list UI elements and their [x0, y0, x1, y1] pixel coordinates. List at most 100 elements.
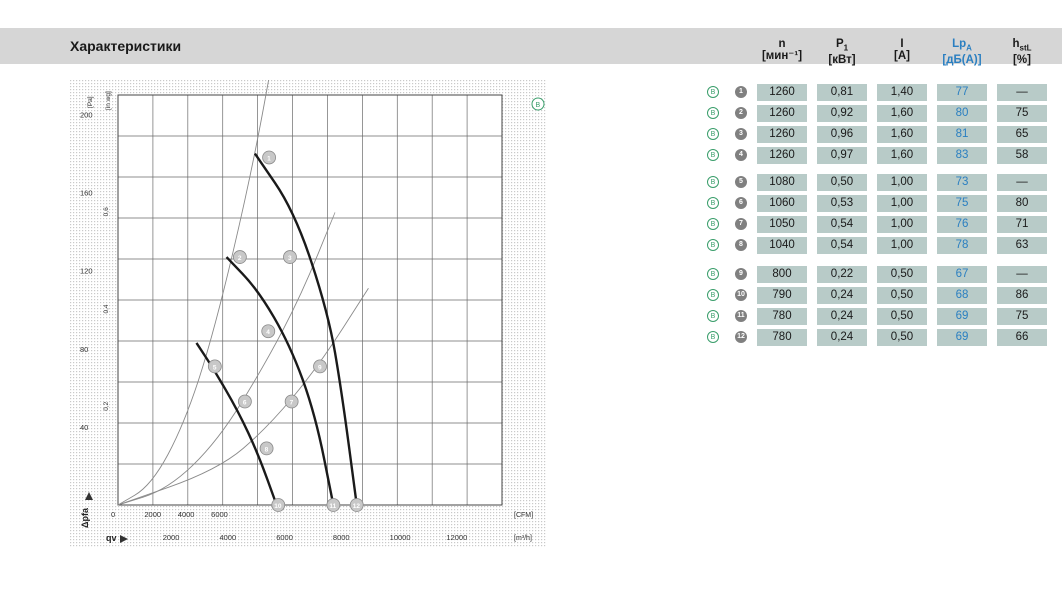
cell-lp: 73	[937, 174, 987, 191]
row-number-badge: 11	[735, 310, 747, 322]
cell-h: —	[997, 84, 1047, 101]
operating-point-label: 6	[243, 400, 247, 407]
cell-lp: 80	[937, 105, 987, 122]
cell-p: 0,96	[817, 126, 867, 143]
cell-h: 65	[997, 126, 1047, 143]
y-axis-label: Δpfa	[80, 507, 90, 528]
config-mark-icon: B	[707, 239, 719, 251]
column-symbol: LpA	[952, 38, 972, 53]
cell-p: 0,97	[817, 147, 867, 164]
cell-p: 0,92	[817, 105, 867, 122]
row-number-badge: 5	[735, 176, 747, 188]
x-unit-label: [m³/h]	[514, 535, 532, 542]
y-tick-label: 40	[80, 423, 88, 432]
cell-h: 75	[997, 105, 1047, 122]
cell-i: 1,60	[877, 105, 927, 122]
operating-point-label: 2	[238, 255, 242, 262]
cell-h: 75	[997, 308, 1047, 325]
cell-lp: 67	[937, 266, 987, 283]
cell-h: 86	[997, 287, 1047, 304]
config-mark-icon: B	[707, 86, 719, 98]
y2-tick-label: 0,2	[103, 401, 110, 410]
y-tick-label: 200	[80, 111, 93, 120]
cell-n: 1040	[757, 237, 807, 254]
row-number-badge: 8	[735, 239, 747, 251]
cell-i: 1,00	[877, 195, 927, 212]
x-tick-label: 2000	[144, 510, 161, 519]
y-unit-label: [Pa]	[87, 96, 94, 108]
config-mark-icon: B	[707, 310, 719, 322]
cell-lp: 69	[937, 329, 987, 346]
column-unit: [дБ(A)]	[942, 54, 982, 67]
cell-lp: 68	[937, 287, 987, 304]
row-number-badge: 2	[735, 107, 747, 119]
y-tick-label: 80	[80, 345, 88, 354]
cell-p: 0,24	[817, 308, 867, 325]
operating-point-label: 10	[274, 503, 282, 510]
cell-n: 1260	[757, 84, 807, 101]
y-tick-label: 120	[80, 267, 93, 276]
cell-h: —	[997, 266, 1047, 283]
cell-p: 0,54	[817, 237, 867, 254]
config-mark-icon: B	[707, 289, 719, 301]
cell-i: 0,50	[877, 287, 927, 304]
config-mark-icon: B	[707, 218, 719, 230]
cell-i: 1,00	[877, 174, 927, 191]
x-axis-label: qv	[106, 533, 117, 543]
column-symbol: P1	[835, 38, 849, 53]
x2-tick-label: 12000	[446, 533, 467, 542]
operating-point-label: 9	[318, 364, 322, 371]
cell-lp: 75	[937, 195, 987, 212]
config-mark-icon: B	[707, 107, 719, 119]
column-symbol: hstL	[1012, 38, 1032, 53]
cell-p: 0,22	[817, 266, 867, 283]
row-number-badge: 1	[735, 86, 747, 98]
x2-tick-label: 10000	[390, 533, 411, 542]
cell-i: 1,00	[877, 237, 927, 254]
cell-h: 71	[997, 216, 1047, 233]
cell-h: 63	[997, 237, 1047, 254]
cell-p: 0,24	[817, 287, 867, 304]
cell-i: 1,60	[877, 147, 927, 164]
cell-n: 1260	[757, 126, 807, 143]
x2-tick-label: 6000	[276, 533, 293, 542]
column-header-3: I [A]	[877, 38, 927, 62]
cell-n: 1080	[757, 174, 807, 191]
column-header-4: LpA [дБ(A)]	[937, 38, 987, 66]
operating-point-label: 8	[265, 446, 269, 453]
cell-p: 0,81	[817, 84, 867, 101]
column-unit: [%]	[1013, 54, 1031, 67]
cell-p: 0,50	[817, 174, 867, 191]
cell-i: 0,50	[877, 329, 927, 346]
cell-p: 0,24	[817, 329, 867, 346]
row-number-badge: 6	[735, 197, 747, 209]
cell-lp: 83	[937, 147, 987, 164]
cell-p: 0,53	[817, 195, 867, 212]
cell-i: 0,50	[877, 308, 927, 325]
column-header-1: n [мин⁻¹]	[757, 38, 807, 62]
row-number-badge: 4	[735, 149, 747, 161]
row-number-badge: 10	[735, 289, 747, 301]
config-mark-icon: B	[707, 331, 719, 343]
performance-chart: 40 80 120 160 200 0,2 0,4 0,6 [Pa] [in wg] Δpfa 0 20…	[70, 80, 546, 548]
page-title: Характеристики	[70, 38, 182, 54]
config-mark-icon: B	[707, 176, 719, 188]
column-symbol: n	[778, 38, 786, 50]
y2-tick-label: 0,4	[103, 304, 110, 313]
row-number-badge: 3	[735, 128, 747, 140]
x-tick-label: 0	[111, 510, 115, 519]
cell-lp: 69	[937, 308, 987, 325]
row-number-badge: 9	[735, 268, 747, 280]
cell-i: 1,60	[877, 126, 927, 143]
cell-n: 1060	[757, 195, 807, 212]
cell-i: 1,40	[877, 84, 927, 101]
cell-n: 780	[757, 308, 807, 325]
operating-point-label: 12	[353, 503, 361, 510]
x2-tick-label: 2000	[163, 533, 180, 542]
row-number-badge: 12	[735, 331, 747, 343]
cell-n: 1260	[757, 147, 807, 164]
cell-h: 80	[997, 195, 1047, 212]
column-unit: [кВт]	[828, 54, 856, 67]
config-mark-icon: B	[707, 197, 719, 209]
x2-tick-label: 8000	[333, 533, 350, 542]
